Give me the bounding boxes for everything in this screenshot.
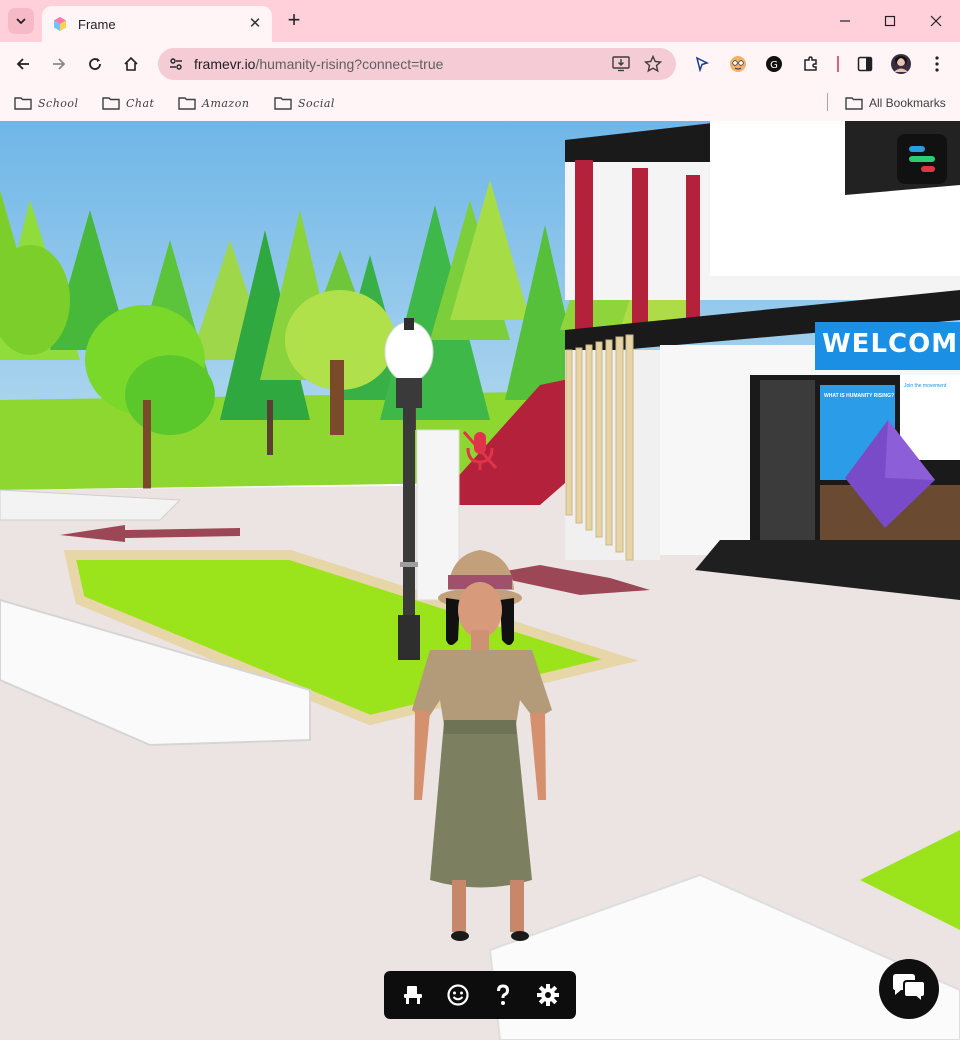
chat-button[interactable] bbox=[879, 959, 939, 1019]
kebab-menu-icon bbox=[935, 56, 939, 72]
close-icon bbox=[930, 15, 942, 27]
sit-button[interactable] bbox=[397, 979, 429, 1011]
smiley-icon bbox=[446, 984, 469, 1006]
folder-icon bbox=[845, 97, 863, 110]
menu-bar-blue bbox=[909, 146, 925, 152]
chevron-down-icon bbox=[16, 18, 26, 25]
profile-button[interactable] bbox=[887, 50, 915, 78]
tune-icon bbox=[170, 58, 182, 70]
extension-gpt-button[interactable]: G bbox=[760, 50, 788, 78]
menu-bar-red bbox=[921, 166, 935, 172]
all-bookmarks-button[interactable]: All Bookmarks bbox=[845, 92, 946, 114]
question-mark-icon bbox=[496, 984, 509, 1005]
close-tab-icon[interactable]: ✕ bbox=[246, 15, 264, 33]
all-bookmarks-label: All Bookmarks bbox=[869, 96, 946, 110]
gear-icon bbox=[536, 984, 559, 1006]
frame-logo-icon bbox=[54, 17, 66, 31]
tab-search-button[interactable] bbox=[8, 8, 34, 34]
reload-button[interactable] bbox=[81, 50, 109, 78]
url-path: /humanity-rising?connect=true bbox=[255, 56, 444, 72]
bookmark-star-button[interactable] bbox=[642, 53, 664, 75]
back-button[interactable] bbox=[9, 50, 37, 78]
extensions-button[interactable] bbox=[797, 50, 825, 78]
forward-button[interactable] bbox=[45, 50, 73, 78]
settings-button[interactable] bbox=[532, 979, 564, 1011]
vr-world[interactable] bbox=[0, 121, 960, 1040]
welcome-sign: WELCOM bbox=[822, 329, 959, 359]
folder-icon bbox=[14, 97, 32, 110]
avatar bbox=[891, 54, 911, 74]
close-window-button[interactable] bbox=[913, 6, 959, 36]
chat-bubbles-icon bbox=[893, 974, 926, 1005]
extension-face-button[interactable] bbox=[724, 50, 752, 78]
gpt-extension-icon: G bbox=[766, 56, 782, 72]
svg-text:G: G bbox=[770, 60, 778, 71]
toolbar-divider bbox=[837, 56, 839, 72]
info-panel-heading: WHAT IS HUMANITY RISING? bbox=[824, 393, 894, 399]
arrow-right-icon bbox=[53, 58, 66, 70]
help-button[interactable] bbox=[487, 979, 519, 1011]
bookmark-folder-school[interactable]: School bbox=[14, 92, 79, 114]
site-info-button[interactable] bbox=[164, 52, 188, 76]
bookmark-label: School bbox=[38, 96, 79, 110]
url-text: framevr.io/humanity-rising?connect=true bbox=[194, 56, 443, 72]
bookmark-label: Social bbox=[298, 96, 335, 110]
face-extension-icon bbox=[730, 56, 746, 72]
emote-button[interactable] bbox=[442, 979, 474, 1011]
address-bar[interactable]: framevr.io/humanity-rising?connect=true bbox=[158, 48, 676, 80]
bookmarks-bar: School Chat Amazon Social All Bookmarks bbox=[0, 86, 960, 121]
tab-frame[interactable]: Frame ✕ bbox=[42, 6, 272, 42]
vr-scene-viewport[interactable]: WELCOM WHAT IS HUMANITY RISING? Join the… bbox=[0, 121, 960, 1040]
home-button[interactable] bbox=[117, 50, 145, 78]
bookmark-label: Chat bbox=[126, 96, 155, 110]
url-host: framevr.io bbox=[194, 56, 256, 72]
tab-strip: Frame ✕ + bbox=[0, 0, 960, 42]
arrow-left-icon bbox=[16, 58, 29, 70]
menu-bar-green bbox=[909, 156, 935, 162]
reload-icon bbox=[89, 58, 101, 70]
install-icon bbox=[612, 56, 630, 72]
minimize-button[interactable] bbox=[822, 6, 868, 36]
chrome-menu-button[interactable] bbox=[923, 50, 951, 78]
bookmarks-divider bbox=[827, 93, 828, 111]
bookmark-folder-chat[interactable]: Chat bbox=[102, 92, 154, 114]
folder-icon bbox=[102, 97, 120, 110]
home-icon bbox=[124, 56, 138, 71]
maximize-icon bbox=[884, 15, 896, 27]
chair-icon bbox=[403, 986, 422, 1004]
bookmark-label: Amazon bbox=[202, 96, 250, 110]
folder-icon bbox=[178, 97, 196, 110]
side-panel-button[interactable] bbox=[851, 50, 879, 78]
bookmark-folder-amazon[interactable]: Amazon bbox=[178, 92, 249, 114]
tab-title: Frame bbox=[78, 16, 116, 32]
puzzle-icon bbox=[804, 56, 817, 71]
cursor-icon bbox=[695, 56, 710, 72]
browser-chrome: Frame ✕ + framevr.io/humanity-rising?con… bbox=[0, 0, 960, 121]
maximize-button[interactable] bbox=[867, 6, 913, 36]
right-panel-heading: Join the movement bbox=[904, 383, 947, 389]
extension-cursor-button[interactable] bbox=[688, 50, 716, 78]
side-panel-icon bbox=[857, 56, 873, 72]
bottom-toolbar bbox=[384, 971, 576, 1019]
folder-icon bbox=[274, 97, 292, 110]
minimize-icon bbox=[840, 20, 850, 22]
toolbar: framevr.io/humanity-rising?connect=true … bbox=[0, 42, 960, 86]
star-icon bbox=[644, 55, 662, 73]
frame-menu-button[interactable] bbox=[897, 134, 947, 184]
install-app-button[interactable] bbox=[610, 53, 632, 75]
new-tab-button[interactable]: + bbox=[283, 9, 305, 31]
bookmark-folder-social[interactable]: Social bbox=[274, 92, 335, 114]
